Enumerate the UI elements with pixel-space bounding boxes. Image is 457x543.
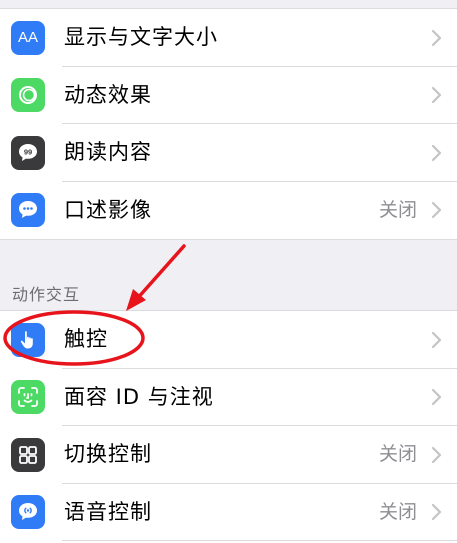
- chevron-right-icon: [431, 389, 442, 406]
- vision-settings-group: AA 显示与文字大小 动态效果 99 朗读内容 口述影像 关闭: [0, 8, 457, 240]
- accessibility-settings-screen: AA 显示与文字大小 动态效果 99 朗读内容 口述影像 关闭 动作交互 触控 …: [0, 0, 457, 543]
- row-label: 语音控制: [64, 499, 152, 524]
- annotation-arrow-head: [126, 289, 146, 311]
- row-spoken-content[interactable]: 99 朗读内容: [0, 124, 457, 182]
- motion-icon: [11, 78, 45, 113]
- row-value: 关闭: [378, 500, 417, 523]
- chevron-right-icon: [431, 331, 442, 348]
- row-label: 触控: [64, 327, 108, 352]
- annotation-arrow-shaft: [134, 244, 186, 302]
- interaction-settings-group: 触控 面容 ID 与注视 切换控制 关闭 语音控制 关闭: [0, 310, 457, 543]
- row-motion[interactable]: 动态效果: [0, 67, 457, 124]
- row-label: 朗读内容: [64, 140, 152, 165]
- row-label: 动态效果: [64, 82, 152, 107]
- audio-description-icon: [11, 193, 45, 228]
- touch-icon: [11, 322, 45, 357]
- row-value: 关闭: [378, 198, 417, 221]
- chevron-right-icon: [431, 29, 442, 46]
- row-label: 口述影像: [64, 197, 152, 222]
- row-label: 面容 ID 与注视: [64, 384, 214, 409]
- text-size-icon: AA: [11, 20, 45, 55]
- face-id-icon: [11, 380, 45, 415]
- row-voice-control[interactable]: 语音控制 关闭: [0, 484, 457, 541]
- chevron-right-icon: [431, 504, 442, 521]
- switch-control-icon: [11, 437, 45, 472]
- row-value: 关闭: [378, 443, 417, 466]
- chevron-right-icon: [431, 202, 442, 219]
- row-face-id-attention[interactable]: 面容 ID 与注视: [0, 369, 457, 426]
- chevron-right-icon: [431, 87, 442, 104]
- row-touch[interactable]: 触控: [0, 311, 457, 369]
- section-header-interaction: 动作交互: [12, 285, 81, 304]
- row-label: 切换控制: [64, 442, 152, 467]
- chevron-right-icon: [431, 144, 442, 161]
- svg-text:99: 99: [24, 147, 32, 156]
- chevron-right-icon: [431, 446, 442, 463]
- text-size-icon-glyph: AA: [17, 29, 38, 47]
- row-label: 显示与文字大小: [64, 25, 218, 50]
- voice-control-icon: [11, 495, 45, 530]
- spoken-content-icon: 99: [11, 135, 45, 170]
- row-switch-control[interactable]: 切换控制 关闭: [0, 426, 457, 484]
- row-display-text-size[interactable]: AA 显示与文字大小: [0, 9, 457, 67]
- row-audio-description[interactable]: 口述影像 关闭: [0, 182, 457, 240]
